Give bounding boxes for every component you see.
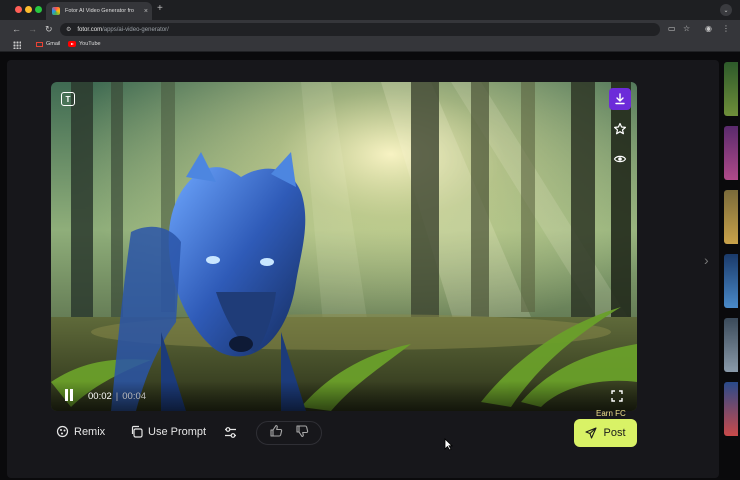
next-chevron-icon[interactable]: › (704, 252, 709, 268)
browser-menu-icon[interactable]: ⋮ (722, 24, 730, 34)
duration: 00:04 (122, 391, 147, 402)
apps-grid-icon[interactable] (13, 41, 21, 49)
back-arrow-icon[interactable]: ← (12, 24, 21, 34)
tab-close-icon[interactable]: × (144, 8, 148, 15)
bookmark-star-icon[interactable]: ☆ (683, 24, 690, 34)
forward-arrow-icon[interactable]: → (28, 24, 37, 34)
fullscreen-icon (611, 390, 623, 402)
browser-toolbar: ← → ↻ ⚙ fotor.com/apps/ai-video-generato… (0, 20, 740, 39)
thumbnail[interactable] (724, 126, 738, 180)
star-icon (614, 122, 626, 135)
feedback-vote-group (256, 421, 322, 445)
current-time: 00:02 (88, 391, 112, 402)
site-info-icon[interactable]: ⚙ (66, 26, 71, 33)
earn-fc-label: Earn FC (596, 409, 626, 418)
fotor-favicon-icon (52, 7, 60, 15)
thumbnail[interactable] (724, 62, 738, 116)
text-overlay-badge[interactable]: T (61, 92, 75, 106)
url-host: fotor.com (77, 26, 103, 33)
window-zoom-button[interactable] (35, 6, 42, 13)
send-icon (585, 427, 598, 439)
browser-tab-active[interactable]: Fotor AI Video Generator fro × (46, 2, 152, 20)
settings-button[interactable] (224, 426, 237, 444)
video-side-actions (609, 88, 631, 170)
bookmark-gmail[interactable]: Gmail (36, 41, 60, 47)
pause-button[interactable] (64, 389, 74, 401)
url-text: fotor.com/apps/ai-video-generator/ (77, 27, 168, 33)
time-display: 00:02 | 00:04 (88, 391, 146, 402)
thumbnail[interactable] (724, 382, 738, 436)
reload-icon[interactable]: ↻ (45, 24, 53, 34)
url-path: /apps/ai-video-generator/ (102, 26, 169, 33)
video-controls: 00:02 | 00:04 (51, 381, 637, 411)
address-bar[interactable]: ⚙ fotor.com/apps/ai-video-generator/ (60, 23, 660, 36)
youtube-icon (68, 41, 76, 47)
post-label: Post (603, 427, 626, 439)
bookmark-youtube[interactable]: YouTube (68, 41, 101, 47)
new-tab-button[interactable]: + (157, 4, 163, 14)
thumbs-up-button[interactable] (269, 424, 283, 443)
gmail-icon (36, 41, 43, 47)
bookmarks-bar: Gmail YouTube (0, 39, 740, 52)
sliders-icon (225, 427, 236, 438)
thumbs-down-button[interactable] (295, 424, 309, 443)
bookmark-gmail-label: Gmail (46, 41, 61, 47)
tab-search-chevron-icon[interactable]: ⌄ (720, 4, 732, 16)
post-button[interactable]: Post (574, 419, 637, 447)
use-prompt-label: Use Prompt (148, 425, 207, 438)
download-button[interactable] (609, 88, 631, 110)
window-minimize-button[interactable] (25, 6, 32, 13)
thumbs-down-icon (296, 424, 309, 437)
remix-button[interactable]: Remix (56, 425, 105, 438)
tab-title: Fotor AI Video Generator fro (65, 8, 134, 14)
video-player[interactable]: T 00:02 | 00:04 (51, 82, 637, 411)
wolf-forest-video-frame (51, 82, 637, 411)
profile-icon[interactable]: ◉ (705, 24, 712, 34)
use-prompt-button[interactable]: Use Prompt (130, 425, 206, 438)
browser-tab-bar: Fotor AI Video Generator fro × + ⌄ (0, 0, 740, 20)
eye-icon (613, 155, 627, 163)
window-close-button[interactable] (15, 6, 22, 13)
mouse-cursor-icon (444, 438, 453, 451)
copy-icon (131, 425, 143, 438)
bookmark-youtube-label: YouTube (79, 41, 101, 47)
thumbnail[interactable] (724, 318, 738, 372)
favorite-button[interactable] (609, 118, 631, 140)
thumbnail[interactable] (724, 190, 738, 244)
remix-label: Remix (74, 425, 106, 438)
time-separator: | (115, 391, 119, 402)
related-thumbnails-strip (724, 62, 740, 477)
download-icon (615, 93, 625, 105)
preview-button[interactable] (609, 148, 631, 170)
thumbnail[interactable] (724, 254, 738, 308)
install-app-icon[interactable]: ▭ (668, 24, 676, 34)
thumbs-up-icon (270, 424, 283, 437)
remix-icon (56, 425, 69, 438)
fullscreen-button[interactable] (611, 389, 623, 402)
